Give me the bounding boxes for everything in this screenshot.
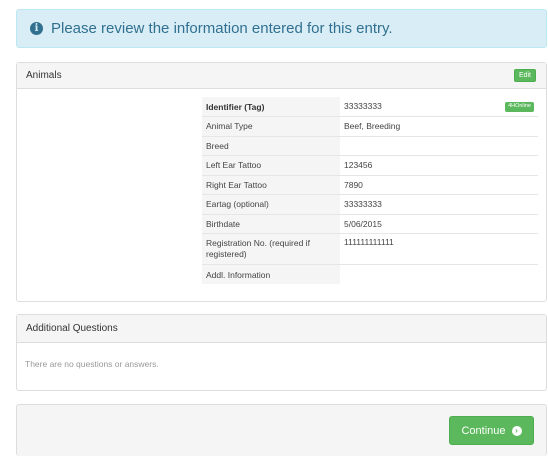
identifier-value: 33333333 [344, 101, 382, 112]
row-label: Left Ear Tattoo [202, 155, 340, 175]
row-value: 111111111111 [340, 233, 538, 265]
info-circle-icon: i [30, 22, 43, 35]
footer-panel: Continue › [16, 404, 547, 456]
row-label: Right Ear Tattoo [202, 174, 340, 195]
row-value: 33333333 [340, 194, 538, 214]
continue-label: Continue [461, 424, 506, 437]
continue-button[interactable]: Continue › [449, 416, 534, 445]
4honline-badge: 4HOnline [505, 102, 534, 112]
row-label: Registration No. (required if registered… [202, 233, 340, 265]
row-value: 7890 [340, 174, 538, 195]
table-row: Right Ear Tattoo 7890 [202, 174, 538, 195]
alert-message: Please review the information entered fo… [51, 20, 393, 37]
animals-panel-heading: Animals Edit [17, 63, 546, 89]
row-label: Eartag (optional) [202, 194, 340, 214]
row-value: 123456 [340, 155, 538, 175]
table-row: Addl. Information [202, 264, 538, 284]
questions-panel-heading: Additional Questions [17, 315, 546, 343]
table-row: Birthdate 5/06/2015 [202, 213, 538, 234]
row-label: Animal Type [202, 116, 340, 136]
animals-panel-title: Animals [26, 70, 62, 81]
edit-button[interactable]: Edit [513, 69, 536, 82]
table-row: Identifier (Tag) 33333333 4HOnline [202, 97, 538, 117]
table-row: Breed [202, 135, 538, 156]
row-label: Birthdate [202, 213, 340, 234]
no-questions-text: There are no questions or answers. [25, 359, 159, 369]
row-label: Breed [202, 135, 340, 156]
questions-panel-title: Additional Questions [26, 323, 118, 334]
animal-details-table: Identifier (Tag) 33333333 4HOnline Anima… [202, 97, 538, 284]
row-value [340, 135, 538, 156]
table-row: Eartag (optional) 33333333 [202, 194, 538, 214]
row-value: 5/06/2015 [340, 213, 538, 234]
arrow-circle-right-icon: › [511, 425, 522, 436]
table-row: Left Ear Tattoo 123456 [202, 155, 538, 175]
table-row: Registration No. (required if registered… [202, 233, 538, 265]
row-label: Identifier (Tag) [202, 97, 340, 117]
row-value: 33333333 4HOnline [340, 97, 538, 117]
row-value: Beef, Breeding [340, 116, 538, 136]
row-label: Addl. Information [202, 264, 340, 284]
review-alert: i Please review the information entered … [16, 9, 547, 48]
animals-panel: Animals Edit Identifier (Tag) 33333333 4… [16, 62, 547, 302]
table-row: Animal Type Beef, Breeding [202, 116, 538, 136]
row-value [340, 264, 538, 284]
additional-questions-panel: Additional Questions There are no questi… [16, 314, 547, 391]
